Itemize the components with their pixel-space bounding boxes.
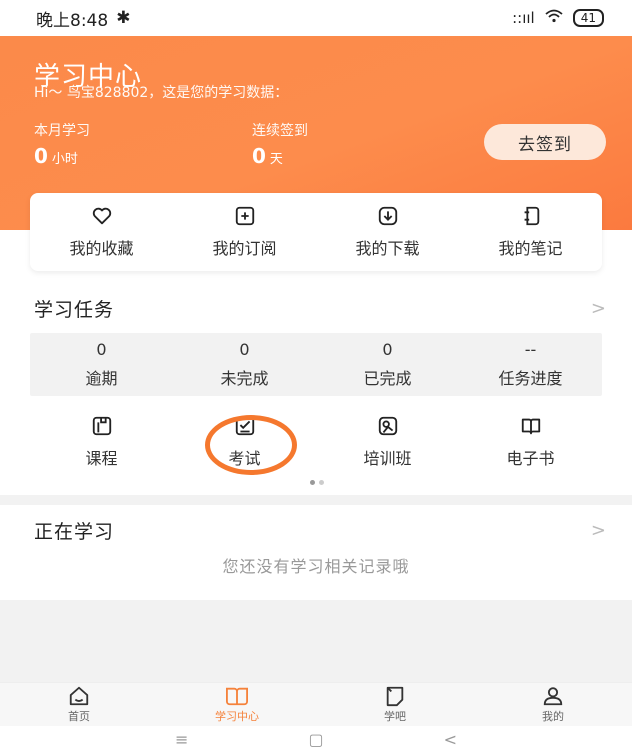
hero-subtitle: Hi～ 鸟宝828802，这是您的学习数据： <box>34 85 289 101</box>
tab-profile-label: 我的 <box>542 710 564 723</box>
monthly-study-value: 0 <box>34 144 48 168</box>
task-stats: 0 逾期 0 未完成 0 已完成 -- 任务进度 <box>30 333 602 396</box>
wifi-icon <box>545 9 563 27</box>
learning-empty-message: 您还没有学习相关记录哦 <box>222 557 410 576</box>
task-incomplete[interactable]: 0 未完成 <box>173 333 316 396</box>
status-time: 晚上8:48 <box>36 10 109 31</box>
checkin-button[interactable]: 去签到 <box>484 124 606 160</box>
ebook-label: 电子书 <box>506 449 555 468</box>
task-completed-label: 已完成 <box>363 369 412 388</box>
checkin-streak-label: 连续签到 <box>252 123 308 139</box>
task-overdue-label: 逾期 <box>85 369 118 388</box>
bluetooth-icon: ✱ <box>116 8 131 28</box>
tab-home[interactable]: 首页 <box>0 683 158 726</box>
battery-icon: 41 <box>572 9 604 27</box>
courses-label: 课程 <box>85 449 118 468</box>
task-overdue[interactable]: 0 逾期 <box>30 333 173 396</box>
tab-home-label: 首页 <box>68 710 90 723</box>
menu-icon[interactable]: ≡ <box>175 730 188 749</box>
task-progress[interactable]: -- 任务进度 <box>459 333 602 396</box>
learning-section-title: 正在学习 <box>34 521 115 543</box>
course-icon <box>92 416 111 436</box>
exam-highlight-ring <box>205 415 297 475</box>
heart-icon <box>92 207 111 225</box>
learning-center-icon <box>226 687 248 706</box>
task-completed-count: 0 <box>382 340 393 359</box>
tasks-section-title: 学习任务 <box>34 299 115 321</box>
system-navigation-bar: ≡ ▢ < <box>0 726 632 753</box>
content-background <box>0 600 632 682</box>
note-icon <box>524 206 539 226</box>
favorites-button[interactable]: 我的收藏 <box>30 193 173 271</box>
tab-study-bar[interactable]: 学吧 <box>316 683 474 726</box>
task-progress-value: -- <box>524 340 537 359</box>
task-completed[interactable]: 0 已完成 <box>316 333 459 396</box>
checkin-streak-unit: 天 <box>269 152 283 167</box>
quick-actions-card: 我的收藏 我的订阅 我的下载 我的笔记 <box>30 193 602 271</box>
status-bar: 晚上8:48 ✱ ::ııl 41 <box>0 0 632 36</box>
monthly-study-unit: 小时 <box>51 152 78 167</box>
task-overdue-count: 0 <box>96 340 107 359</box>
checkin-streak-stat: 连续签到 0天 <box>252 120 308 168</box>
tasks-section-header[interactable]: 学习任务 > <box>34 295 606 322</box>
tab-profile[interactable]: 我的 <box>474 683 632 726</box>
ebook-button[interactable]: 电子书 <box>459 412 602 472</box>
tab-learning-center[interactable]: 学习中心 <box>158 683 316 726</box>
notes-label: 我的笔记 <box>498 239 563 258</box>
chevron-right-icon[interactable]: > <box>591 298 606 319</box>
checkin-streak-value: 0 <box>252 144 266 168</box>
task-progress-label: 任务进度 <box>498 369 563 388</box>
tab-study-bar-label: 学吧 <box>384 710 406 723</box>
tab-learning-center-label: 学习中心 <box>215 710 259 723</box>
subscriptions-button[interactable]: 我的订阅 <box>173 193 316 271</box>
pager-dots <box>310 480 324 485</box>
downloads-button[interactable]: 我的下载 <box>316 193 459 271</box>
learning-section-header[interactable]: 正在学习 > <box>34 517 606 544</box>
pager-dot-active <box>310 480 315 485</box>
training-class-button[interactable]: 培训班 <box>316 412 459 472</box>
favorites-label: 我的收藏 <box>69 239 134 258</box>
training-class-label: 培训班 <box>363 449 412 468</box>
subscriptions-label: 我的订阅 <box>212 239 277 258</box>
subscribe-icon <box>235 206 254 226</box>
signal-icon: ::ııl <box>512 9 535 27</box>
home-icon <box>69 686 89 706</box>
task-incomplete-count: 0 <box>239 340 250 359</box>
home-square-icon[interactable]: ▢ <box>308 730 323 749</box>
function-grid: 课程 考试 培训班 电子书 <box>30 412 602 472</box>
courses-button[interactable]: 课程 <box>30 412 173 472</box>
profile-icon <box>543 687 563 706</box>
monthly-study-stat: 本月学习 0 小时 <box>34 120 90 168</box>
download-icon <box>378 206 397 226</box>
monthly-study-label: 本月学习 <box>34 123 90 139</box>
status-right: ::ııl 41 <box>512 9 604 27</box>
downloads-label: 我的下载 <box>355 239 420 258</box>
pager-dot <box>319 480 324 485</box>
notes-button[interactable]: 我的笔记 <box>459 193 602 271</box>
study-bar-icon <box>386 686 404 707</box>
back-icon[interactable]: < <box>444 730 457 749</box>
task-incomplete-label: 未完成 <box>220 369 269 388</box>
chevron-right-icon[interactable]: > <box>591 520 606 541</box>
training-icon <box>378 416 397 436</box>
status-left: 晚上8:48 ✱ <box>36 6 130 31</box>
ebook-icon <box>521 418 540 435</box>
section-divider <box>0 495 632 505</box>
bottom-tab-bar: 首页 学习中心 学吧 我的 <box>0 682 632 726</box>
